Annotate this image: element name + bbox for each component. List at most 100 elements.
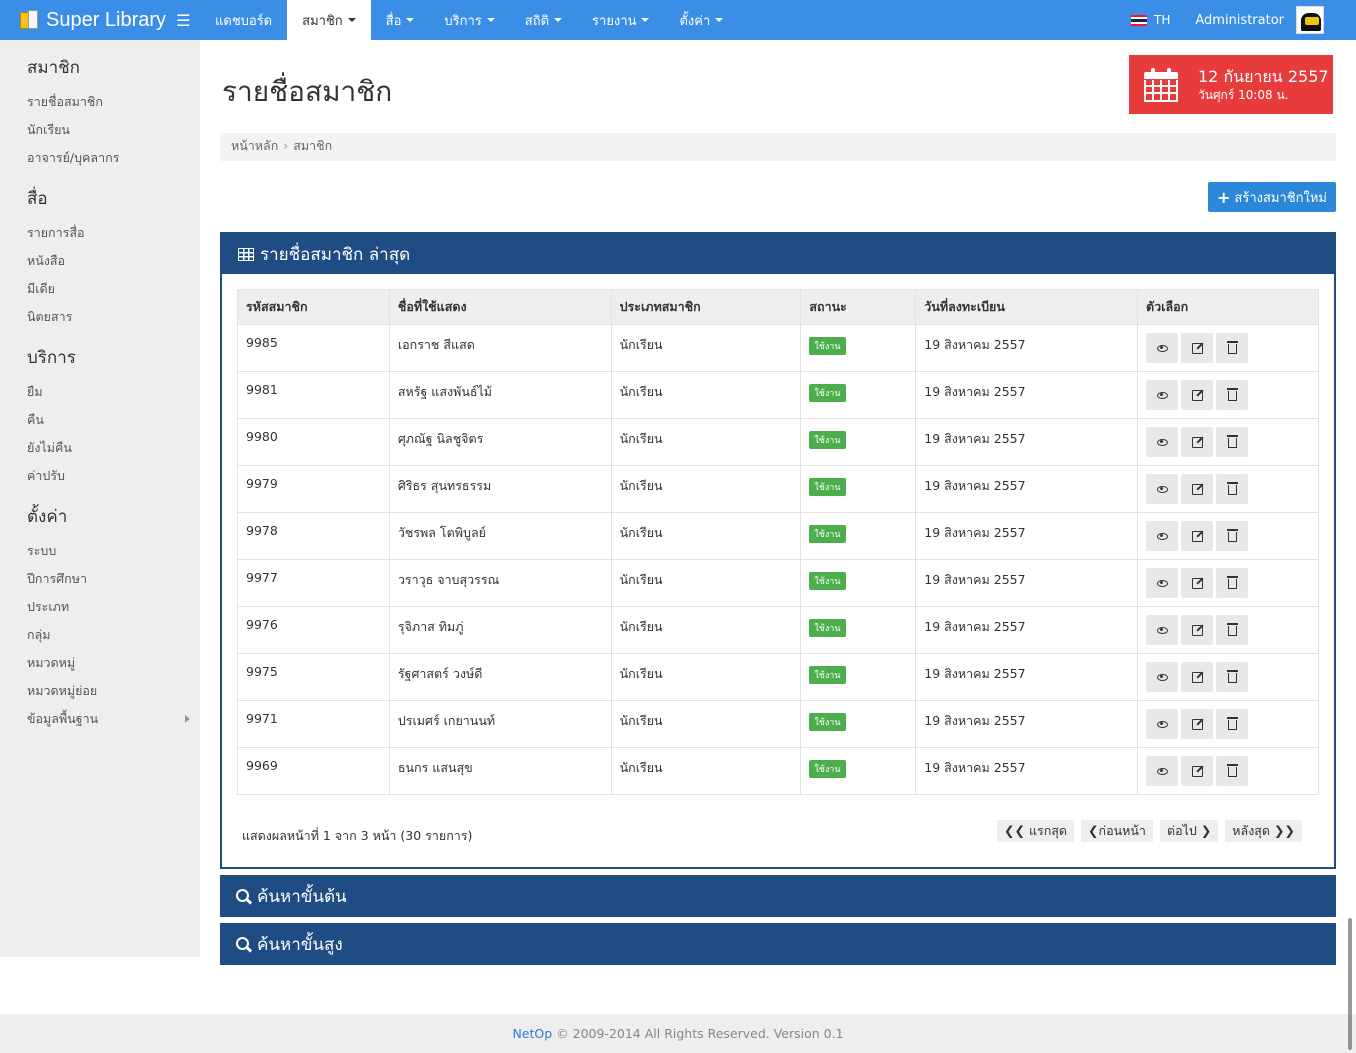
delete-button[interactable] (1216, 380, 1249, 410)
calendar-icon (1144, 67, 1178, 102)
sidebar-item-label: หมวดหมู่ย่อย (27, 683, 98, 698)
sidebar-item[interactable]: คืน (0, 406, 200, 434)
create-member-button[interactable]: + สร้างสมาชิกใหม่ (1208, 182, 1336, 212)
view-button[interactable] (1146, 615, 1179, 645)
footer-link[interactable]: NetOp (512, 1026, 552, 1041)
sidebar-item[interactable]: หมวดหมู่ (0, 649, 200, 677)
delete-button[interactable] (1216, 615, 1249, 645)
sidebar-item[interactable]: อาจารย์/บุคลากร (0, 144, 200, 172)
edit-button[interactable] (1181, 756, 1214, 786)
sidebar-item-label: ข้อมูลพื้นฐาน (27, 711, 99, 726)
delete-button[interactable] (1216, 709, 1249, 739)
sidebar-item[interactable]: กลุ่ม (0, 621, 200, 649)
nav-item-1[interactable]: สมาชิก (287, 0, 371, 40)
first-page-button[interactable]: ❮❮ แรกสุด (997, 820, 1075, 842)
cell-options (1137, 559, 1319, 607)
view-button[interactable] (1146, 474, 1179, 504)
edit-button[interactable] (1181, 333, 1214, 363)
sidebar-item[interactable]: นักเรียน (0, 116, 200, 144)
delete-button[interactable] (1216, 568, 1249, 598)
edit-button[interactable] (1181, 568, 1214, 598)
caret-down-icon (347, 18, 356, 22)
search-icon (236, 936, 251, 952)
table-row: 9985 เอกราช สีแสด นักเรียน ใช้งาน 19 สิงหาคม… (237, 324, 1319, 372)
view-button[interactable] (1146, 521, 1179, 551)
nav-item-6[interactable]: ตั้งค่า (664, 0, 738, 40)
sidebar-item[interactable]: มีเดีย (0, 275, 200, 303)
basic-search-toggle[interactable]: ค้นหาขั้นต้น (220, 875, 1336, 917)
nav-item-0[interactable]: แดชบอร์ด (200, 0, 287, 40)
sidebar-item[interactable]: ระบบ (0, 537, 200, 565)
last-page-button[interactable]: หลังสุด ❯❯ (1225, 820, 1302, 842)
edit-button[interactable] (1181, 474, 1214, 504)
sidebar-item[interactable]: หนังสือ (0, 247, 200, 275)
sidebar-item[interactable]: ค่าปรับ (0, 462, 200, 490)
trash-icon (1226, 529, 1238, 542)
pager-info: แสดงผลหน้าที่ 1 จาก 3 หน้า (30 รายการ) (242, 828, 473, 843)
nav-menu: แดชบอร์ด สมาชิก สื่อ บริการ สถิติ รายงาน ตั้งค… (200, 0, 738, 40)
sidebar-item[interactable]: ปีการศึกษา (0, 565, 200, 593)
sidebar-item[interactable]: รายชื่อสมาชิก (0, 88, 200, 116)
sidebar-item[interactable]: ประเภท (0, 593, 200, 621)
view-button[interactable] (1146, 333, 1179, 363)
cell-name: เอกราช สีแสด (388, 324, 612, 372)
eye-icon (1156, 720, 1168, 728)
nav-item-3[interactable]: บริการ (429, 0, 509, 40)
scrollbar[interactable] (1348, 918, 1352, 1050)
sidebar-item[interactable]: หมวดหมู่ย่อย (0, 677, 200, 705)
sidebar-item[interactable]: นิตยสาร (0, 303, 200, 331)
view-button[interactable] (1146, 380, 1179, 410)
hamburger-menu-icon[interactable]: ☰ (176, 11, 190, 30)
chevron-right-icon: ❯ (1200, 823, 1212, 838)
sidebar-group: ตั้งค่า ระบบ ปีการศึกษา ประเภท กลุ่ม หมวดหมู่… (0, 505, 200, 733)
nav-item-4[interactable]: สถิติ (510, 0, 577, 40)
sidebar-item[interactable]: รายการสื่อ (0, 219, 200, 247)
nav-item-2[interactable]: สื่อ (371, 0, 430, 40)
basic-search-label: ค้นหาขั้นต้น (257, 886, 347, 907)
view-button[interactable] (1146, 662, 1179, 692)
delete-button[interactable] (1216, 662, 1249, 692)
delete-button[interactable] (1216, 521, 1249, 551)
user-name[interactable]: Administrator (1195, 13, 1284, 28)
sidebar-item[interactable]: ยืม (0, 378, 200, 406)
view-button[interactable] (1146, 709, 1179, 739)
eye-icon (1156, 673, 1168, 681)
edit-button[interactable] (1181, 521, 1214, 551)
next-page-button[interactable]: ต่อไป ❯ (1159, 820, 1219, 842)
panel-title: รายชื่อสมาชิก ล่าสุด (260, 244, 411, 265)
view-button[interactable] (1146, 427, 1179, 457)
caret-right-icon (185, 715, 190, 723)
cell-type: นักเรียน (610, 747, 802, 795)
delete-button[interactable] (1216, 333, 1249, 363)
create-member-label: สร้างสมาชิกใหม่ (1234, 190, 1327, 206)
trash-icon (1226, 670, 1238, 683)
prev-page-button[interactable]: ❮ก่อนหน้า (1081, 820, 1153, 842)
edit-button[interactable] (1181, 662, 1214, 692)
cell-status: ใช้งาน (800, 653, 917, 701)
advanced-search-toggle[interactable]: ค้นหาขั้นสูง (220, 923, 1336, 965)
cell-id: 9977 (237, 559, 390, 607)
breadcrumb-home[interactable]: หน้าหลัก (231, 138, 278, 153)
view-button[interactable] (1146, 756, 1179, 786)
eye-icon (1156, 391, 1168, 399)
edit-button[interactable] (1181, 380, 1214, 410)
nav-item-5[interactable]: รายงาน (577, 0, 664, 40)
sidebar-item[interactable]: ยังไม่คืน (0, 434, 200, 462)
status-badge: ใช้งาน (809, 525, 846, 543)
avatar[interactable] (1296, 6, 1324, 34)
cell-type: นักเรียน (610, 371, 802, 419)
edit-icon (1191, 342, 1203, 354)
language-switch[interactable]: TH (1131, 13, 1170, 27)
top-navbar: Super Library ☰ แดชบอร์ด สมาชิก สื่อ บริการ… (0, 0, 1356, 40)
table-row: 9971 ปรเมศร์ เกยานนท์ นักเรียน ใช้งาน 19 สิง… (237, 700, 1319, 748)
delete-button[interactable] (1216, 474, 1249, 504)
view-button[interactable] (1146, 568, 1179, 598)
delete-button[interactable] (1216, 756, 1249, 786)
edit-button[interactable] (1181, 709, 1214, 739)
cell-options (1137, 747, 1319, 795)
delete-button[interactable] (1216, 427, 1249, 457)
sidebar-item[interactable]: ข้อมูลพื้นฐาน (0, 705, 200, 733)
edit-button[interactable] (1181, 615, 1214, 645)
edit-button[interactable] (1181, 427, 1214, 457)
brand[interactable]: Super Library ☰ (0, 0, 200, 40)
